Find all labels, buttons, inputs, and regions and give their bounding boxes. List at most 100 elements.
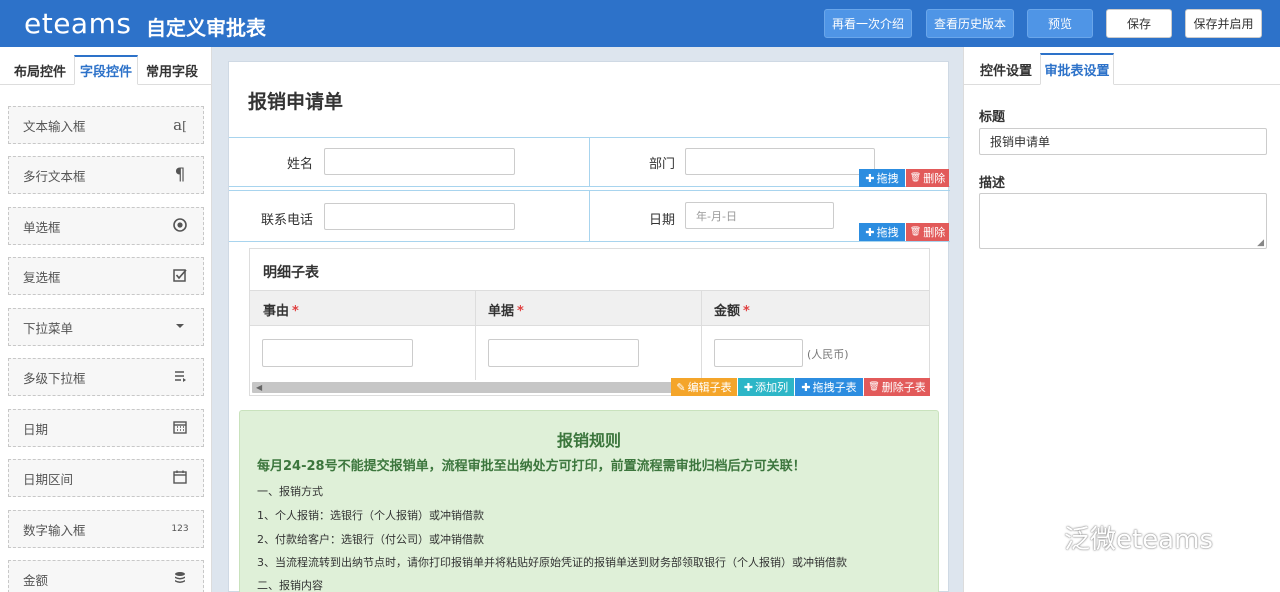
- name-input[interactable]: [324, 148, 515, 175]
- save-button[interactable]: 保存: [1106, 9, 1172, 38]
- pencil-icon: ✎: [676, 380, 686, 394]
- watermark: 泛微eteams: [1008, 518, 1213, 556]
- row1-delete-button[interactable]: 🗑 删除: [906, 169, 949, 187]
- rules-line: 二、报销内容: [257, 579, 323, 592]
- checkbox-icon: [171, 267, 189, 285]
- subtable-scrollbar[interactable]: ◀: [252, 382, 672, 393]
- row2-delete-label: 删除: [923, 226, 946, 239]
- delete-subtable-label: 删除子表: [881, 381, 926, 394]
- form-canvas: 报销申请单 姓名 部门 ✚ 拖拽 🗑 删除 联系电话 日期 年-月-日 ✚ 拖拽 🗑 删…: [228, 61, 950, 592]
- control-cascade[interactable]: 多级下拉框: [8, 358, 204, 396]
- row2-delete-button[interactable]: 🗑 删除: [906, 223, 949, 241]
- number-icon: 123: [171, 524, 189, 534]
- right-panel: 控件设置 审批表设置 标题 报销申请单 描述 ◢: [963, 47, 1280, 592]
- tab-common-fields[interactable]: 常用字段: [138, 55, 206, 85]
- phone-label: 联系电话: [261, 213, 314, 228]
- page-title: 自定义审批表: [146, 16, 266, 40]
- form-row-2[interactable]: 联系电话 日期 年-月-日 ✚ 拖拽 🗑 删除: [229, 190, 950, 242]
- paragraph-icon: ¶: [174, 165, 186, 185]
- detail-subtable[interactable]: 明细子表 事由 * 单据 * 金额 * (人民币) ◀ ✎ 编辑子表 ✚ 添加列 ✚ 拖拽子…: [249, 248, 930, 396]
- rules-line: 1、个人报销：选银行（个人报销）或冲销借款: [257, 509, 484, 522]
- trash-icon: 🗑: [909, 173, 922, 183]
- form-row-1[interactable]: 姓名 部门 ✚ 拖拽 🗑 删除: [229, 137, 950, 187]
- control-text-input[interactable]: 文本输入框 a[: [8, 106, 204, 144]
- amount-input[interactable]: [714, 339, 803, 367]
- dept-label: 部门: [649, 157, 676, 172]
- rules-warning: 每月24-28号不能提交报销单，流程审批至出纳处方可打印，前置流程需审批归档后方…: [257, 459, 806, 474]
- control-label: 下拉菜单: [23, 320, 74, 336]
- resize-handle-icon[interactable]: ◢: [1257, 238, 1264, 248]
- control-textarea[interactable]: 多行文本框 ¶: [8, 156, 204, 194]
- date-placeholder: 年-月-日: [696, 209, 737, 223]
- date-input[interactable]: 年-月-日: [685, 202, 834, 229]
- row2-drag-label: 拖拽: [876, 226, 899, 239]
- rules-line: 3、当流程流转到出纳节点时，请你打印报销单并将粘贴好原始凭证的报销单送到财务部领…: [257, 556, 847, 569]
- rules-panel[interactable]: 报销规则 每月24-28号不能提交报销单，流程审批至出纳处方可打印，前置流程需审…: [239, 410, 939, 592]
- drag-subtable-label: 拖拽子表: [812, 381, 857, 394]
- control-radio[interactable]: 单选框: [8, 207, 204, 245]
- dept-input[interactable]: [685, 148, 875, 175]
- left-tabs: 布局控件 字段控件 常用字段: [0, 47, 212, 85]
- tab-control-settings[interactable]: 控件设置: [972, 53, 1040, 85]
- control-label: 日期: [23, 421, 49, 437]
- control-label: 复选框: [23, 269, 61, 285]
- row-divider: [589, 191, 590, 241]
- delete-subtable-button[interactable]: 🗑 删除子表: [864, 378, 930, 396]
- text-input-icon: a[: [173, 116, 187, 134]
- control-label: 文本输入框: [23, 118, 86, 134]
- cascade-icon: [171, 368, 189, 386]
- currency-suffix: (人民币): [807, 348, 849, 361]
- control-checkbox[interactable]: 复选框: [8, 257, 204, 295]
- col-header-amount: 金额 *: [714, 300, 750, 319]
- move-icon: ✚: [801, 380, 811, 394]
- control-date-range[interactable]: 日期区间: [8, 459, 204, 497]
- plus-icon: ✚: [743, 380, 754, 394]
- col-divider: [701, 290, 702, 380]
- wechat-icon: [1010, 520, 1053, 553]
- control-label: 单选框: [23, 219, 61, 235]
- desc-setting-textarea[interactable]: ◢: [979, 193, 1267, 249]
- control-dropdown[interactable]: 下拉菜单: [8, 308, 204, 346]
- rules-line: 2、付款给客户：选银行（付公司）或冲销借款: [257, 533, 484, 546]
- scroll-left-icon[interactable]: ◀: [256, 383, 262, 392]
- history-button[interactable]: 查看历史版本: [926, 9, 1014, 38]
- control-label: 多级下拉框: [23, 370, 86, 386]
- caret-down-icon: [171, 318, 189, 336]
- rules-title: 报销规则: [556, 431, 621, 450]
- top-bar: eteams 自定义审批表 再看一次介绍 查看历史版本 预览 保存 保存并启用: [0, 0, 1280, 47]
- control-amount[interactable]: 金额: [8, 560, 204, 592]
- edit-subtable-button[interactable]: ✎ 编辑子表: [671, 378, 737, 396]
- preview-button[interactable]: 预览: [1027, 9, 1093, 38]
- right-tabs: 控件设置 审批表设置: [964, 47, 1280, 85]
- rules-line: 一、报销方式: [257, 485, 323, 498]
- save-enable-button[interactable]: 保存并启用: [1185, 9, 1262, 38]
- tab-layout-controls[interactable]: 布局控件: [6, 55, 74, 85]
- tab-field-controls[interactable]: 字段控件: [74, 55, 138, 85]
- tab-form-settings[interactable]: 审批表设置: [1040, 53, 1114, 85]
- row2-drag-button[interactable]: ✚ 拖拽: [859, 223, 905, 241]
- row1-delete-label: 删除: [923, 172, 946, 185]
- coins-icon: [171, 570, 189, 588]
- receipt-input[interactable]: [488, 339, 639, 367]
- calendar-range-icon: [171, 469, 189, 487]
- phone-input[interactable]: [324, 203, 515, 230]
- intro-button[interactable]: 再看一次介绍: [824, 9, 912, 38]
- add-column-button[interactable]: ✚ 添加列: [738, 378, 794, 396]
- reason-input[interactable]: [262, 339, 413, 367]
- control-number[interactable]: 数字输入框 123: [8, 510, 204, 548]
- name-label: 姓名: [287, 157, 314, 172]
- title-setting-input[interactable]: 报销申请单: [979, 128, 1267, 155]
- drag-subtable-button[interactable]: ✚ 拖拽子表: [795, 378, 863, 396]
- row1-drag-button[interactable]: ✚ 拖拽: [859, 169, 905, 187]
- col-header-reason-label: 事由: [263, 304, 290, 319]
- control-date[interactable]: 日期: [8, 409, 204, 447]
- col-header-amount-label: 金额: [714, 304, 741, 319]
- move-icon: ✚: [865, 171, 875, 185]
- control-label: 数字输入框: [23, 522, 86, 538]
- add-column-label: 添加列: [755, 381, 789, 394]
- form-title: 报销申请单: [248, 91, 344, 113]
- watermark-text: 泛微eteams: [1064, 524, 1213, 555]
- trash-icon: 🗑: [909, 227, 922, 237]
- required-mark: *: [743, 304, 750, 319]
- row1-drag-label: 拖拽: [876, 172, 899, 185]
